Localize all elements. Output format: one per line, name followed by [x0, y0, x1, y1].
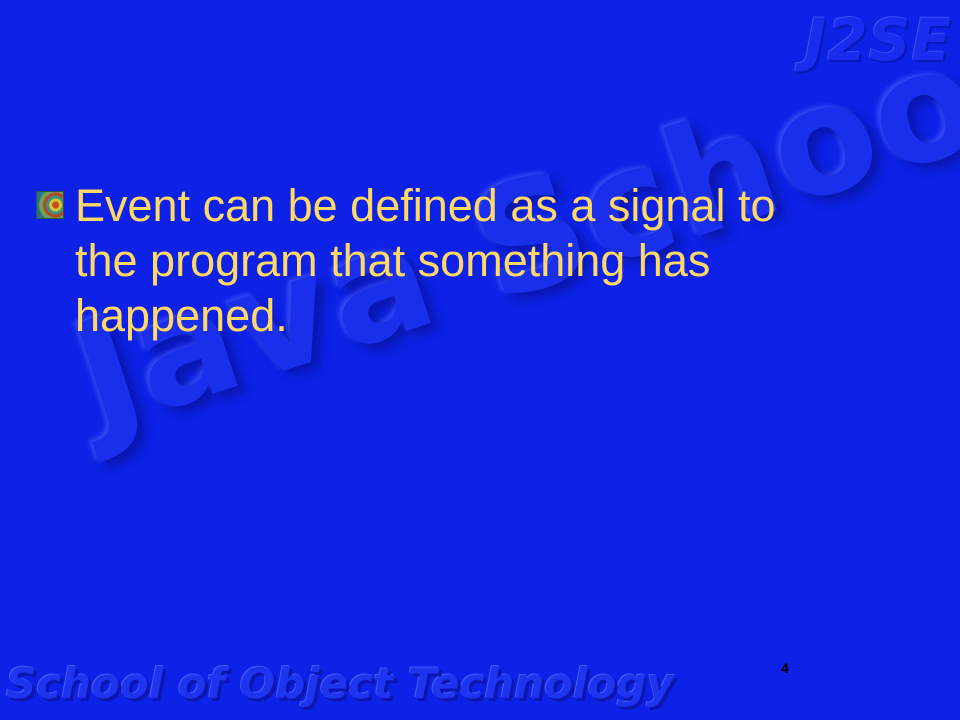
textured-square-bullet-icon: [36, 191, 64, 219]
slide: J2SE Java School School of Object Techno…: [0, 0, 960, 720]
school-footer-watermark: School of Object Technology: [6, 659, 674, 708]
page-number: 4: [781, 660, 789, 676]
bullet-text: Event can be defined as a signal to the …: [75, 180, 776, 341]
bullet-item: Event can be defined as a signal to the …: [36, 178, 796, 343]
